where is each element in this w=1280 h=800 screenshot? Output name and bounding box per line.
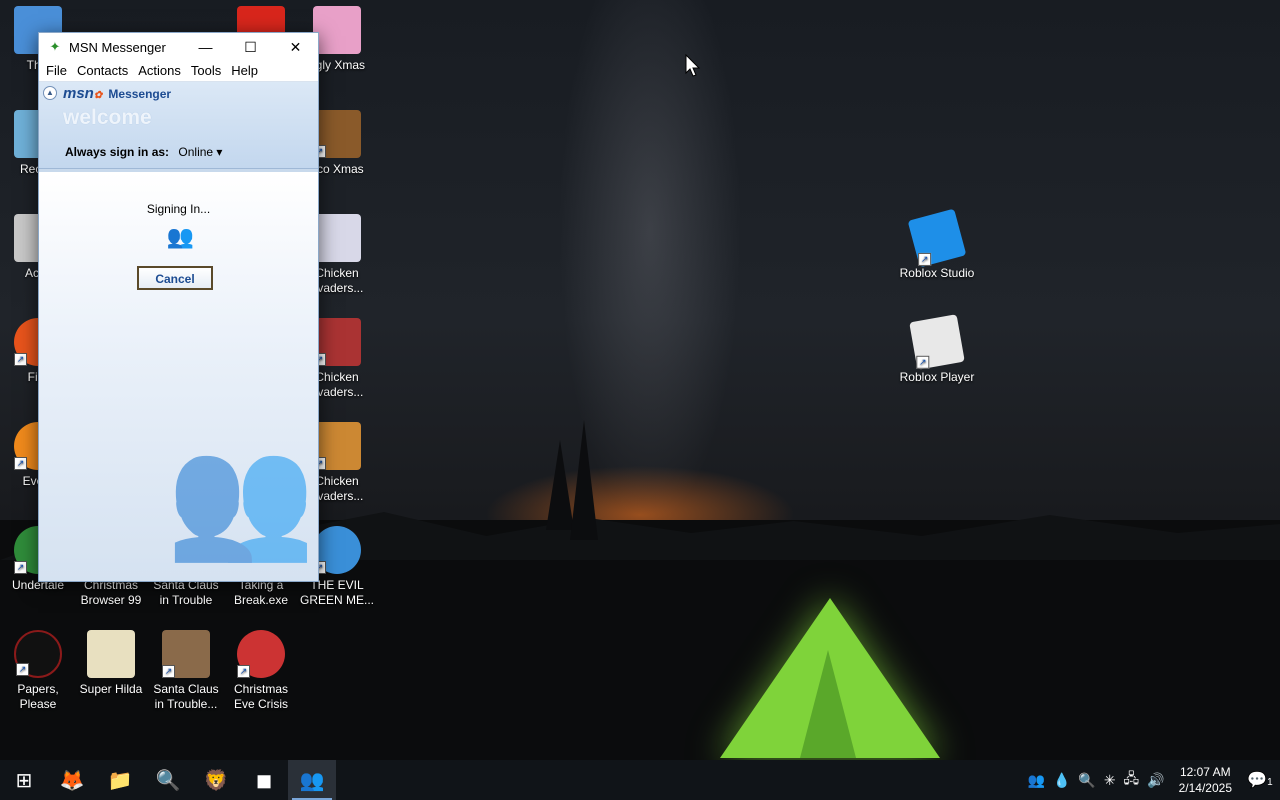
desktop-icon-label: Christmas Eve Crisis [233, 682, 288, 711]
santa-icon: ↗ [237, 630, 285, 678]
menu-actions[interactable]: Actions [133, 61, 186, 81]
super-hilda-icon [87, 630, 135, 678]
buddy-animation-icon: 👥 [166, 224, 194, 249]
santa-icon: ↗ [162, 630, 210, 678]
status-dropdown[interactable]: Online ▾ [178, 145, 222, 159]
notification-center-icon[interactable]: 💬1 [1240, 770, 1280, 790]
taskbar-msn-messenger[interactable]: 👥 [288, 760, 336, 800]
desktop-icon-label: Christmas Browser 99 [80, 578, 142, 607]
clock[interactable]: 12:07 AM 2/14/2025 [1179, 764, 1232, 796]
shortcut-arrow-icon: ↗ [237, 665, 250, 678]
shortcut-arrow-icon: ↗ [162, 665, 175, 678]
desktop-icon-label: Papers, Please [17, 682, 59, 711]
roblox-player-icon: ↗ [909, 314, 965, 370]
tray-messenger-icon[interactable]: 👥 [1028, 772, 1045, 789]
desktop-icon-roblox-player[interactable]: ↗ Roblox Player [899, 314, 975, 385]
shortcut-arrow-icon: ↗ [918, 252, 932, 266]
chicken-icon: ↗ [313, 422, 361, 470]
msn-product-name: Messenger [108, 87, 172, 101]
taskbar-search-everything[interactable]: 🔍 [144, 760, 192, 800]
chicken-icon [313, 214, 361, 262]
tray-sparkle-icon[interactable]: ✳ [1104, 772, 1116, 789]
tent-door [800, 650, 856, 758]
desktop-icon-santa-claus-in-trouble-2[interactable]: ↗ Santa Claus in Trouble... [148, 630, 224, 712]
sign-in-as-row: Always sign in as: Online ▾ [65, 145, 222, 159]
network-icon[interactable]: 🖧 [1124, 768, 1140, 792]
desktop-icon-christmas-eve-crisis[interactable]: ↗ Christmas Eve Crisis [223, 630, 299, 712]
taskbar-roblox[interactable]: ◼ [240, 760, 288, 800]
desktop-icon-label: Santa Claus in Trouble [153, 578, 219, 607]
volume-icon[interactable]: 🔊 [1147, 772, 1164, 789]
menu-help[interactable]: Help [226, 61, 263, 81]
desktop-icon-label: THE EVIL GREEN ME... [299, 578, 374, 607]
desktop-icon-papers-please[interactable]: ↗ Papers, Please [0, 630, 76, 712]
papers-please-icon: ↗ [14, 630, 62, 678]
shortcut-arrow-icon: ↗ [14, 561, 27, 574]
chat-bubble-icon: 💬 [1247, 772, 1268, 789]
messenger-header: ▲ msn✿ Messenger welcome Always sign in … [39, 82, 318, 169]
collapse-chevron-icon[interactable]: ▲ [43, 86, 57, 100]
welcome-heading: welcome [63, 106, 152, 129]
title-bar[interactable]: ✦ MSN Messenger — ☐ ✕ [39, 33, 318, 61]
menu-contacts[interactable]: Contacts [72, 61, 133, 81]
sign-in-as-label: Always sign in as: [65, 145, 170, 159]
desktop-icon-label: Santa Claus in Trouble... [153, 682, 219, 711]
taskbar-firefox[interactable]: 🦊 [48, 760, 96, 800]
menu-tools[interactable]: Tools [186, 61, 226, 81]
shortcut-arrow-icon: ↗ [14, 457, 27, 470]
desktop-icon-label: Taking a Break.exe [233, 578, 289, 607]
minimize-button[interactable]: — [183, 33, 228, 61]
start-button[interactable]: ⊞ [0, 760, 48, 800]
taskbar-file-explorer[interactable]: 📁 [96, 760, 144, 800]
desktop-icon-roblox-studio[interactable]: ↗ Roblox Studio [899, 208, 975, 281]
menu-bar: File Contacts Actions Tools Help [39, 61, 318, 82]
msn-brand: msn [63, 85, 94, 102]
chicken-icon: ↗ [313, 318, 361, 366]
notification-badge: 1 [1267, 777, 1273, 788]
taskbar: ⊞ 🦊 📁 🔍 🦁 ◼ 👥 👥 💧 🔍 ✳ 🖧 🔊 12:07 AM 2/14/… [0, 760, 1280, 800]
cancel-button[interactable]: Cancel [137, 266, 213, 290]
desktop-icon-super-hilda[interactable]: Super Hilda [73, 630, 149, 697]
signing-in-panel: Signing In... 👥 Cancel 👥 [39, 169, 318, 581]
clock-time: 12:07 AM [1179, 765, 1231, 779]
signing-in-text: Signing In... [146, 202, 211, 216]
shortcut-arrow-icon: ↗ [14, 353, 27, 366]
butterfly-icon: ✿ [93, 90, 103, 101]
tree-silhouette [570, 420, 598, 540]
roblox-studio-icon: ↗ [907, 208, 967, 268]
window-title: MSN Messenger [69, 39, 166, 55]
messenger-buddies-icon: ↗ [313, 526, 361, 574]
desktop-icon-label: Roblox Player [899, 370, 975, 384]
maximize-button[interactable]: ☐ [228, 33, 273, 61]
msn-messenger-window[interactable]: ✦ MSN Messenger — ☐ ✕ File Contacts Acti… [38, 32, 319, 582]
pig-icon [313, 6, 361, 54]
teddy-bear-icon: ↗ [313, 110, 361, 158]
tray-droplet-icon[interactable]: 💧 [1053, 772, 1070, 789]
shortcut-arrow-icon: ↗ [16, 663, 29, 676]
desktop-icon-label: Roblox Studio [899, 266, 975, 280]
msn-buddy-icon: ✦ [49, 39, 61, 54]
clock-date: 2/14/2025 [1178, 781, 1232, 795]
shortcut-arrow-icon: ↗ [916, 355, 930, 369]
tray-search-icon[interactable]: 🔍 [1078, 772, 1095, 789]
menu-file[interactable]: File [41, 61, 72, 81]
system-tray: 👥 💧 🔍 ✳ 🖧 🔊 12:07 AM 2/14/2025 💬1 [1024, 760, 1280, 800]
msn-logo: msn✿ Messenger [63, 85, 171, 102]
desktop-icon-label: Super Hilda [79, 682, 143, 696]
close-button[interactable]: ✕ [273, 33, 318, 61]
messenger-watermark-icon: 👥 [166, 430, 316, 564]
taskbar-brave[interactable]: 🦁 [192, 760, 240, 800]
